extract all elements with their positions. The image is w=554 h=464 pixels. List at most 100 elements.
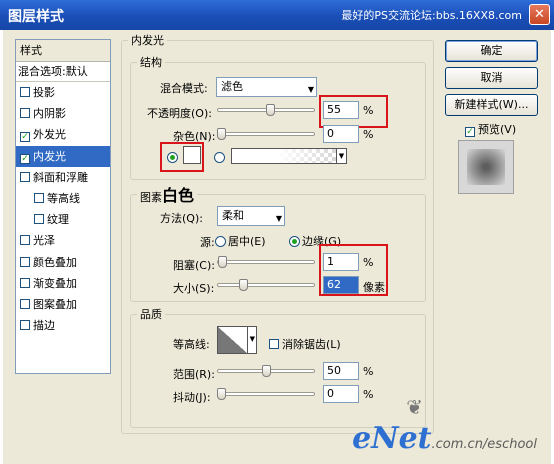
style-list-item-label: 斜面和浮雕 [33,170,88,184]
jitter-label: 抖动(J): [173,391,211,404]
cancel-button[interactable]: 取消 [445,67,538,89]
gradient-swatch[interactable]: ▼ [231,148,347,164]
radio-selected-icon [289,236,300,247]
preview-thumbnail [458,140,514,194]
checkbox-empty-icon[interactable] [34,192,44,203]
new-style-button[interactable]: 新建样式(W)... [445,94,538,116]
noise-slider[interactable] [217,132,315,136]
style-list-item[interactable]: ✓ 外发光 [16,124,110,145]
noise-input[interactable]: 0 [323,125,359,143]
solid-color-radio[interactable] [167,151,180,164]
jitter-unit: % [363,388,374,401]
contour-picker[interactable]: ▼ [217,326,257,354]
checkbox-empty-icon [269,339,279,349]
style-list-item[interactable]: 斜面和浮雕 [16,167,110,188]
checkbox-empty-icon[interactable] [20,320,30,331]
jitter-slider[interactable] [217,392,315,396]
style-list-item[interactable]: 描边 [16,315,110,336]
blend-mode-select[interactable]: 滤色 ▼ [216,77,317,97]
style-list-item-label: 图案叠加 [33,297,77,311]
antialias-label: 消除锯齿(L) [282,338,341,351]
inner-glow-title: 内发光 [131,34,164,47]
range-label: 范围(R): [173,368,215,381]
technique-value: 柔和 [222,209,244,222]
range-slider-thumb[interactable] [261,365,271,377]
style-list-item-label: 颜色叠加 [33,255,77,269]
choke-label: 阻塞(C): [173,259,215,272]
antialias-checkbox[interactable]: 消除锯齿(L) [269,336,341,352]
gradient-radio[interactable] [214,151,227,164]
ok-button[interactable]: 确定 [445,40,538,62]
style-list-item[interactable]: 纹理 [16,209,110,230]
technique-select[interactable]: 柔和 ▼ [217,206,285,226]
checkbox-empty-icon[interactable] [20,108,30,119]
enet-logo: ❦ eNet.com.cn/eschool [352,395,537,456]
radio-selected-icon [167,152,178,163]
checkbox-empty-icon[interactable] [20,298,30,309]
source-center-label: 居中(E) [228,235,266,248]
style-list-item-label: 渐变叠加 [33,276,77,290]
style-list-item[interactable]: 投影 [16,82,110,103]
range-unit: % [363,365,374,378]
style-list-item-label: 内发光 [33,149,66,163]
style-list-item[interactable]: 图案叠加 [16,294,110,315]
elements-legend-label: 图素 [140,191,162,204]
checkmark-icon[interactable]: ✓ [20,132,30,143]
chevron-down-icon: ▼ [336,149,346,163]
jitter-slider-thumb[interactable] [217,388,226,400]
jitter-input[interactable]: 0 [323,385,359,403]
style-list-item[interactable]: 等高线 [16,188,110,209]
range-input[interactable]: 50 [323,362,359,380]
size-slider[interactable] [217,283,315,287]
style-list-item[interactable]: ✓ 内发光 [16,145,110,167]
forum-watermark: 最好的PS交流论坛:bbs.16XX8.com [341,9,522,22]
close-button[interactable]: ✕ [529,4,550,25]
opacity-highlight [319,95,388,128]
style-list-item-label: 投影 [33,86,55,99]
chevron-down-icon: ▼ [307,85,314,94]
butterfly-icon: ❦ [406,395,423,419]
chevron-down-icon: ▼ [275,214,282,223]
style-list-item[interactable]: 光泽 [16,230,110,251]
style-list-header[interactable]: 样式 [16,40,110,62]
logo-text: eNet [352,421,432,456]
chevron-down-icon: ▼ [249,335,255,343]
blend-mode-label: 混合模式: [160,82,208,95]
source-label: 源: [200,236,215,249]
contour-label: 等高线: [173,338,210,351]
contour-preview-icon [218,327,248,353]
style-list-item-label: 内阴影 [33,107,66,121]
checkbox-empty-icon[interactable] [20,277,30,288]
layer-style-dialog: 样式 混合选项:默认 投影 内阴影 ✓ 外发光 ✓ 内发光 斜面和浮雕 等高线 纹理 光泽 颜色叠加… [3,30,551,464]
style-list-item-label: 纹理 [47,213,69,227]
noise-slider-thumb[interactable] [217,128,226,140]
style-list-item[interactable]: 颜色叠加 [16,252,110,273]
source-center-radio[interactable]: 居中(E) [215,233,266,249]
quality-legend: 品质 [140,308,162,321]
title-bar: 图层样式 最好的PS交流论坛:bbs.16XX8.com ✕ [0,0,554,30]
style-list-item[interactable]: 渐变叠加 [16,273,110,294]
white-annotation: 白色 [162,186,195,205]
preview-checkbox[interactable]: ✓ 预览(V) [465,121,516,137]
size-slider-thumb[interactable] [239,279,249,291]
preview-label: 预览(V) [478,123,517,136]
opacity-label: 不透明度(O): [147,107,212,120]
blend-mode-value: 滤色 [221,80,243,93]
checkbox-empty-icon[interactable] [20,256,30,267]
checkbox-empty-icon[interactable] [20,87,30,97]
checkbox-empty-icon[interactable] [20,235,30,246]
style-list-item[interactable]: 内阴影 [16,103,110,124]
blend-options-item[interactable]: 混合选项:默认 [16,62,110,82]
checkmark-icon[interactable]: ✓ [20,153,30,164]
preview-glow-swatch [467,149,505,185]
glow-color-swatch[interactable] [183,146,201,164]
style-list-item-label: 外发光 [33,128,66,142]
noise-unit: % [363,128,374,141]
choke-slider-thumb[interactable] [217,256,227,268]
choke-slider[interactable] [217,260,315,264]
checkbox-empty-icon[interactable] [20,171,30,182]
opacity-slider-thumb[interactable] [265,104,275,116]
style-list-item-label: 描边 [33,319,55,333]
structure-legend: 结构 [140,56,162,69]
checkbox-empty-icon[interactable] [34,214,44,225]
